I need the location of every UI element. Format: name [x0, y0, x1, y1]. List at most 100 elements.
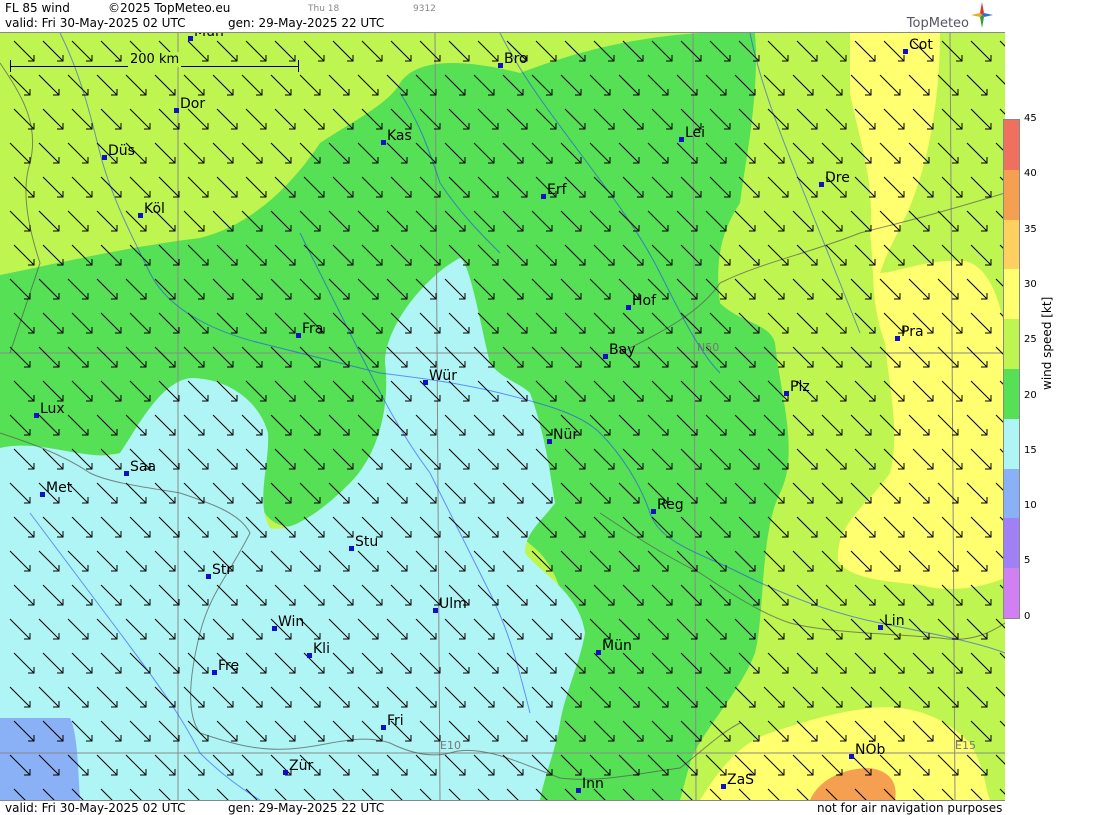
city-label: Düs: [108, 143, 135, 159]
city-dot: [603, 354, 608, 359]
color-bar-tick: 25: [1024, 334, 1037, 346]
color-bar-tick: 10: [1024, 500, 1037, 512]
city-label: Ulm: [439, 596, 467, 612]
blue-zone: [0, 718, 80, 800]
scale-bar: 200 km: [10, 52, 300, 72]
city-label: Dre: [825, 170, 850, 186]
city-label: Zür: [289, 758, 314, 774]
city-dot: [349, 546, 354, 551]
city-dot: [433, 608, 438, 613]
city-dot: [381, 140, 386, 145]
wind-field: [0, 33, 1005, 800]
color-bar-tick: 30: [1024, 278, 1037, 290]
city-dot: [381, 725, 386, 730]
color-bar-segment: [1004, 319, 1019, 370]
city-label: Reg: [657, 497, 684, 513]
city-dot: [895, 336, 900, 341]
city-label: Fre: [218, 658, 240, 674]
city-dot: [283, 770, 288, 775]
code-label: 9312: [413, 4, 436, 14]
city-dot: [819, 182, 824, 187]
city-label: Lin: [884, 613, 905, 629]
color-bar-segment: [1004, 219, 1019, 270]
city-label: Stu: [355, 534, 379, 550]
compass-icon: [971, 2, 993, 28]
city-dot: [124, 471, 129, 476]
city-label: Mün: [602, 638, 632, 654]
color-bar-segment: [1004, 568, 1019, 619]
city-dot: [626, 305, 631, 310]
city-label: Mün: [194, 33, 224, 40]
city-label: Lux: [40, 401, 65, 417]
city-dot: [721, 784, 726, 789]
city-dot: [679, 137, 684, 142]
city-label: Wür: [429, 368, 457, 384]
lon-label-e10: E10: [440, 739, 461, 752]
city-label: Bay: [609, 342, 636, 358]
valid-time: valid: Fri 30-May-2025 02 UTC: [5, 16, 186, 30]
city-label: Hof: [632, 293, 657, 309]
product-title: FL 85 wind: [5, 1, 70, 15]
city-dot: [547, 439, 552, 444]
city-label: Met: [46, 480, 73, 496]
city-label: Cot: [909, 37, 933, 53]
copyright: ©2025 TopMeteo.eu: [108, 1, 231, 15]
city-label: Fra: [302, 321, 324, 337]
footer-disclaimer: not for air navigation purposes: [817, 801, 1003, 815]
legend-title: wind speed [kt]: [1040, 296, 1054, 390]
city-label: ZaS: [727, 772, 755, 788]
city-label: Erf: [547, 182, 567, 198]
color-bar-segment: [1004, 468, 1019, 519]
city-dot: [541, 194, 546, 199]
gen-time: gen: 29-May-2025 22 UTC: [228, 16, 385, 30]
city-dot: [34, 413, 39, 418]
city-label: Fri: [387, 713, 404, 729]
city-label: Kas: [387, 128, 412, 144]
city-dot: [212, 670, 217, 675]
city-dot: [576, 788, 581, 793]
wind-map[interactable]: 200 km N50 E10 E15 Mün Bro Cot Dor Kas Lei Düs…: [0, 33, 1005, 800]
color-bar: [1003, 119, 1020, 619]
city-label: Plz: [790, 379, 810, 395]
color-bar-tick: 15: [1024, 444, 1037, 456]
logo-text: TopMeteo: [906, 16, 969, 31]
city-label: Köl: [144, 201, 165, 217]
color-bar-segment: [1004, 169, 1019, 221]
city-dot: [307, 653, 312, 658]
color-bar-segment: [1004, 369, 1019, 420]
city-dot: [596, 650, 601, 655]
city-label: Lei: [685, 125, 706, 141]
city-dot: [40, 492, 45, 497]
city-label: Str: [212, 562, 233, 578]
city-label: Pra: [901, 324, 924, 340]
city-label: Bro: [504, 51, 528, 67]
color-bar-tick: 5: [1024, 555, 1031, 567]
city-label: Win: [278, 614, 305, 630]
city-label: Dor: [180, 96, 206, 112]
city-dot: [498, 63, 503, 68]
color-bar-tick: 35: [1024, 223, 1037, 235]
city-dot: [188, 36, 193, 41]
city-label: Saa: [130, 459, 157, 475]
lat-label-n50: N50: [697, 341, 720, 354]
color-bar-segment: [1004, 418, 1019, 470]
city-dot: [878, 625, 883, 630]
city-label: Nür: [553, 427, 579, 443]
topmeteo-logo: TopMeteo: [895, 2, 995, 31]
city-dot: [849, 754, 854, 759]
footer-valid: valid: Fri 30-May-2025 02 UTC: [5, 801, 186, 815]
color-bar-tick: 20: [1024, 389, 1037, 401]
lon-label-e15: E15: [955, 739, 976, 752]
city-dot: [206, 574, 211, 579]
city-dot: [138, 213, 143, 218]
city-dot: [903, 49, 908, 54]
color-bar-segment: [1004, 120, 1019, 171]
city-dot: [272, 626, 277, 631]
city-dot: [174, 108, 179, 113]
city-dot: [784, 391, 789, 396]
color-bar-tick: 45: [1024, 113, 1037, 124]
city-dot: [651, 509, 656, 514]
city-label: NÖb: [855, 742, 886, 758]
color-bar-segment: [1004, 518, 1019, 569]
scale-label: 200 km: [128, 52, 182, 67]
